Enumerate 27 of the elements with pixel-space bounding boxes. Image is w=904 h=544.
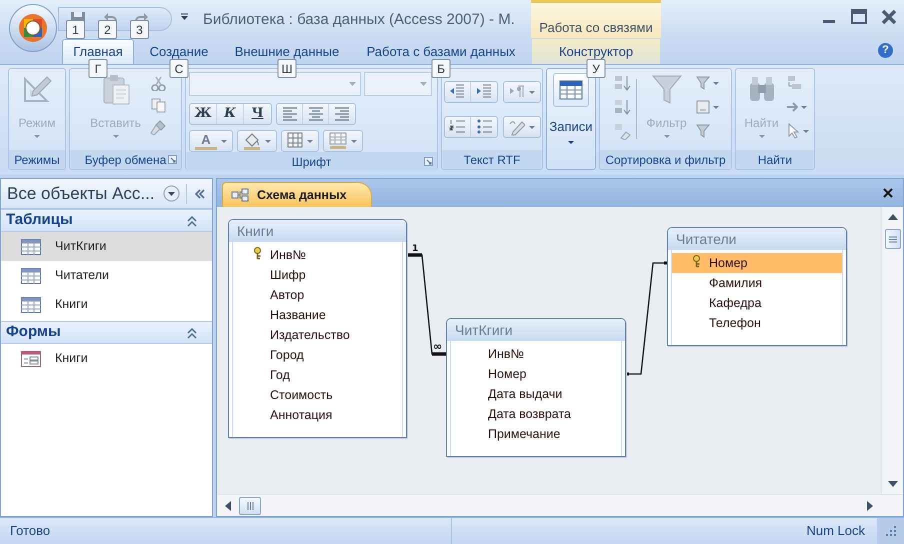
- group-label: Буфер обмена: [84, 152, 166, 168]
- keytip-tooltip: У: [586, 59, 606, 78]
- section-label: Формы: [6, 322, 61, 342]
- group-label: Сортировка и фильтр: [605, 152, 726, 168]
- group-label: Шрифт: [292, 154, 332, 170]
- font-color-glyph: A: [201, 132, 211, 146]
- table-title: ЧитКгиги: [455, 320, 513, 340]
- keytip-tooltip: С: [170, 59, 188, 78]
- contextual-tab-header: Работа со связями: [531, 0, 661, 38]
- pane-title: Все объекты Acc...: [6, 182, 156, 205]
- group-label: Режимы: [14, 152, 60, 168]
- status-indicator: Num Lock: [806, 522, 866, 540]
- table-title: Книги: [237, 222, 274, 240]
- keytip-tooltip: 2: [98, 20, 117, 39]
- cardinality-label: 1: [412, 244, 418, 254]
- keytip-tooltip: Б: [432, 59, 450, 78]
- keytip-tooltip: 1: [66, 20, 85, 39]
- group-label: Найти: [758, 152, 792, 168]
- table-title: Читатели: [676, 230, 736, 248]
- keytip-tooltip: Ш: [278, 59, 296, 78]
- status-text: Готово: [10, 522, 50, 540]
- group-label: Текст RTF: [464, 152, 520, 168]
- window-title: Библиотека : база данных (Access 2007) - М.: [203, 10, 516, 30]
- keytip-tooltip: Г: [88, 59, 108, 78]
- keytip-tooltip: 3: [130, 20, 149, 39]
- cardinality-label: ∞: [433, 340, 442, 353]
- section-label: Таблицы: [6, 210, 73, 230]
